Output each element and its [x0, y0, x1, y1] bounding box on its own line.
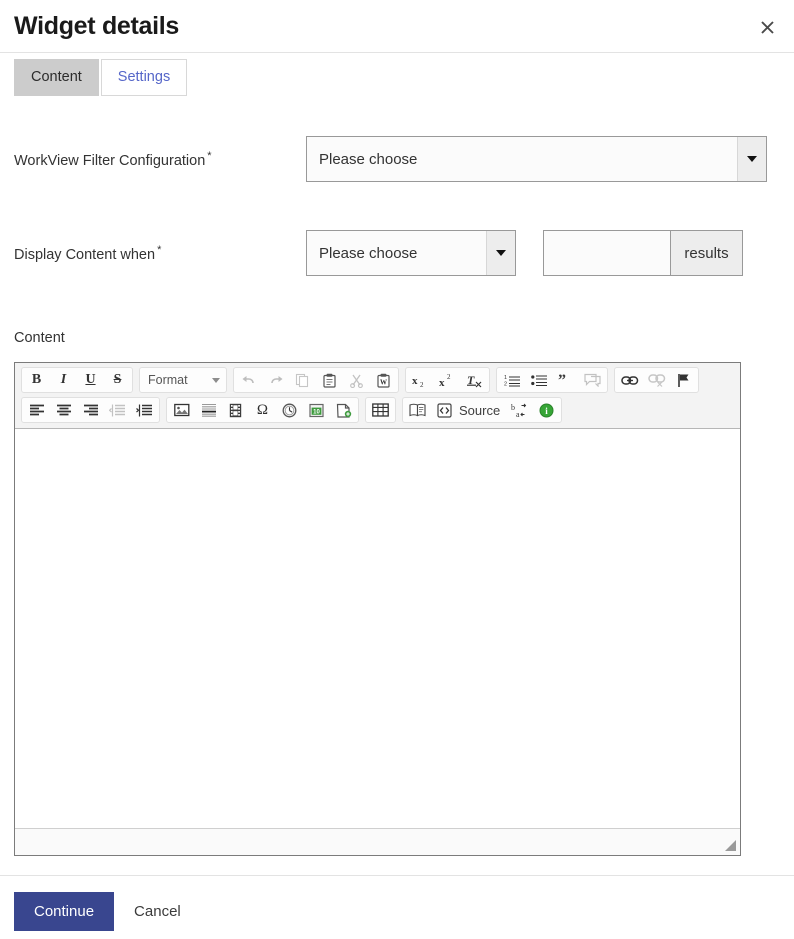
superscript-icon[interactable]: x2 — [434, 369, 461, 391]
align-center-icon[interactable] — [50, 399, 77, 421]
omega-glyph: Ω — [256, 401, 269, 418]
toolbar-group-lists: 12 ” — [496, 367, 608, 394]
page-break-icon[interactable] — [330, 399, 357, 421]
svg-text:2: 2 — [504, 382, 507, 388]
remove-format-icon[interactable]: T — [461, 369, 488, 391]
dialog-footer: Continue Cancel — [0, 875, 794, 932]
cancel-button[interactable]: Cancel — [122, 892, 193, 931]
form-body: WorkView Filter Configuration * Please ch… — [0, 134, 794, 857]
format-dropdown-label: Format — [148, 373, 188, 388]
editor-toolbar-row-2: Ω 10 Source b a i — [18, 397, 737, 424]
rich-text-editor: B I U S Format W x 2 x 2 T 1 2 ” Ω 10 So… — [14, 362, 741, 857]
chevron-down-icon — [212, 377, 220, 383]
align-left-icon[interactable] — [23, 399, 50, 421]
anchor-flag-icon[interactable] — [670, 369, 697, 391]
bold-icon[interactable]: B — [23, 369, 50, 391]
templates-icon[interactable] — [404, 399, 431, 421]
about-info-icon[interactable]: i — [533, 399, 560, 421]
editor-toolbar: B I U S Format W x 2 x 2 T 1 2 ” Ω 10 So… — [15, 363, 740, 430]
chevron-down-icon — [737, 137, 766, 182]
svg-text:x: x — [439, 377, 445, 388]
editor-footer — [15, 829, 740, 856]
format-dropdown[interactable]: Format — [139, 367, 227, 394]
align-right-icon[interactable] — [77, 399, 104, 421]
toolbar-group-tools: Source ba i — [402, 397, 563, 424]
svg-text:2: 2 — [420, 381, 424, 388]
subscript-icon[interactable]: x2 — [407, 369, 434, 391]
select-filter-configuration[interactable]: Please choose — [306, 136, 767, 183]
source-label[interactable]: Source — [458, 403, 506, 418]
clock-time-icon[interactable] — [276, 399, 303, 421]
link-icon[interactable] — [616, 369, 643, 391]
tab-settings[interactable]: Settings — [100, 59, 188, 97]
label-display-content-when: Display Content when * — [14, 244, 306, 263]
cut-icon[interactable] — [343, 369, 370, 391]
close-icon[interactable] — [750, 10, 784, 44]
label-filter-configuration-text: WorkView Filter Configuration — [14, 152, 206, 169]
required-marker: * — [207, 149, 212, 162]
comment-icon[interactable] — [579, 369, 606, 391]
horizontal-rule-icon[interactable] — [195, 399, 222, 421]
resize-handle-icon[interactable] — [725, 840, 736, 852]
table-icon[interactable] — [367, 399, 394, 421]
special-character-icon[interactable]: Ω — [249, 399, 276, 421]
indent-icon[interactable] — [131, 399, 158, 421]
svg-text:b: b — [511, 403, 515, 412]
tab-bar: Content Settings — [0, 59, 794, 97]
text-direction-icon[interactable]: ba — [506, 399, 533, 421]
toolbar-group-script-styles: x2 x2 T — [405, 367, 490, 394]
toolbar-group-clipboard: W — [233, 367, 399, 394]
dialog-header: Widget details — [0, 0, 794, 53]
source-icon[interactable] — [431, 399, 458, 421]
label-display-content-when-text: Display Content when — [14, 246, 156, 263]
image-icon[interactable] — [168, 399, 195, 421]
block-quote-icon[interactable]: ” — [552, 369, 579, 391]
results-count-input[interactable] — [544, 231, 670, 276]
flash-video-icon[interactable] — [222, 399, 249, 421]
svg-text:10: 10 — [313, 409, 320, 415]
toolbar-group-basic-styles: B I U S — [21, 367, 133, 394]
underline-icon[interactable]: U — [77, 369, 104, 391]
page-title: Widget details — [14, 11, 180, 40]
toolbar-group-alignment — [21, 397, 160, 424]
unlink-icon[interactable] — [643, 369, 670, 391]
svg-text:x: x — [412, 375, 418, 387]
field-row-display-content-when: Display Content when * Please choose resu… — [14, 228, 780, 278]
paste-icon[interactable] — [316, 369, 343, 391]
copy-icon[interactable] — [289, 369, 316, 391]
field-row-filter-configuration: WorkView Filter Configuration * Please ch… — [14, 134, 780, 184]
numbered-list-icon[interactable]: 12 — [498, 369, 525, 391]
calendar-date-icon[interactable]: 10 — [303, 399, 330, 421]
outdent-icon[interactable] — [104, 399, 131, 421]
svg-text:W: W — [380, 378, 387, 386]
label-content: Content — [14, 330, 65, 347]
svg-text:2: 2 — [447, 373, 451, 381]
undo-icon[interactable] — [235, 369, 262, 391]
strikethrough-icon[interactable]: S — [104, 369, 131, 391]
toolbar-group-links — [614, 367, 699, 394]
continue-button[interactable]: Continue — [14, 892, 115, 932]
tab-content[interactable]: Content — [14, 59, 99, 97]
results-suffix-label: results — [670, 231, 742, 276]
select-filter-configuration-value: Please choose — [319, 150, 418, 168]
italic-icon[interactable]: I — [50, 369, 77, 391]
select-display-condition-value: Please choose — [319, 244, 418, 262]
close-glyph — [760, 20, 774, 34]
select-display-condition[interactable]: Please choose — [306, 230, 516, 277]
toolbar-group-insert: Ω 10 — [166, 397, 359, 424]
svg-text:”: ” — [558, 373, 566, 387]
toolbar-group-table — [365, 397, 396, 424]
required-marker: * — [157, 243, 162, 256]
editor-toolbar-row-1: B I U S Format W x 2 x 2 T 1 2 ” — [18, 367, 737, 394]
paste-from-word-icon[interactable]: W — [370, 369, 397, 391]
svg-text:1: 1 — [504, 375, 507, 381]
bulleted-list-icon[interactable] — [525, 369, 552, 391]
label-filter-configuration: WorkView Filter Configuration * — [14, 150, 306, 169]
svg-text:a: a — [516, 410, 520, 418]
redo-icon[interactable] — [262, 369, 289, 391]
results-count-group: results — [543, 230, 743, 277]
chevron-down-icon — [486, 231, 515, 276]
editor-content-area[interactable] — [15, 429, 740, 830]
